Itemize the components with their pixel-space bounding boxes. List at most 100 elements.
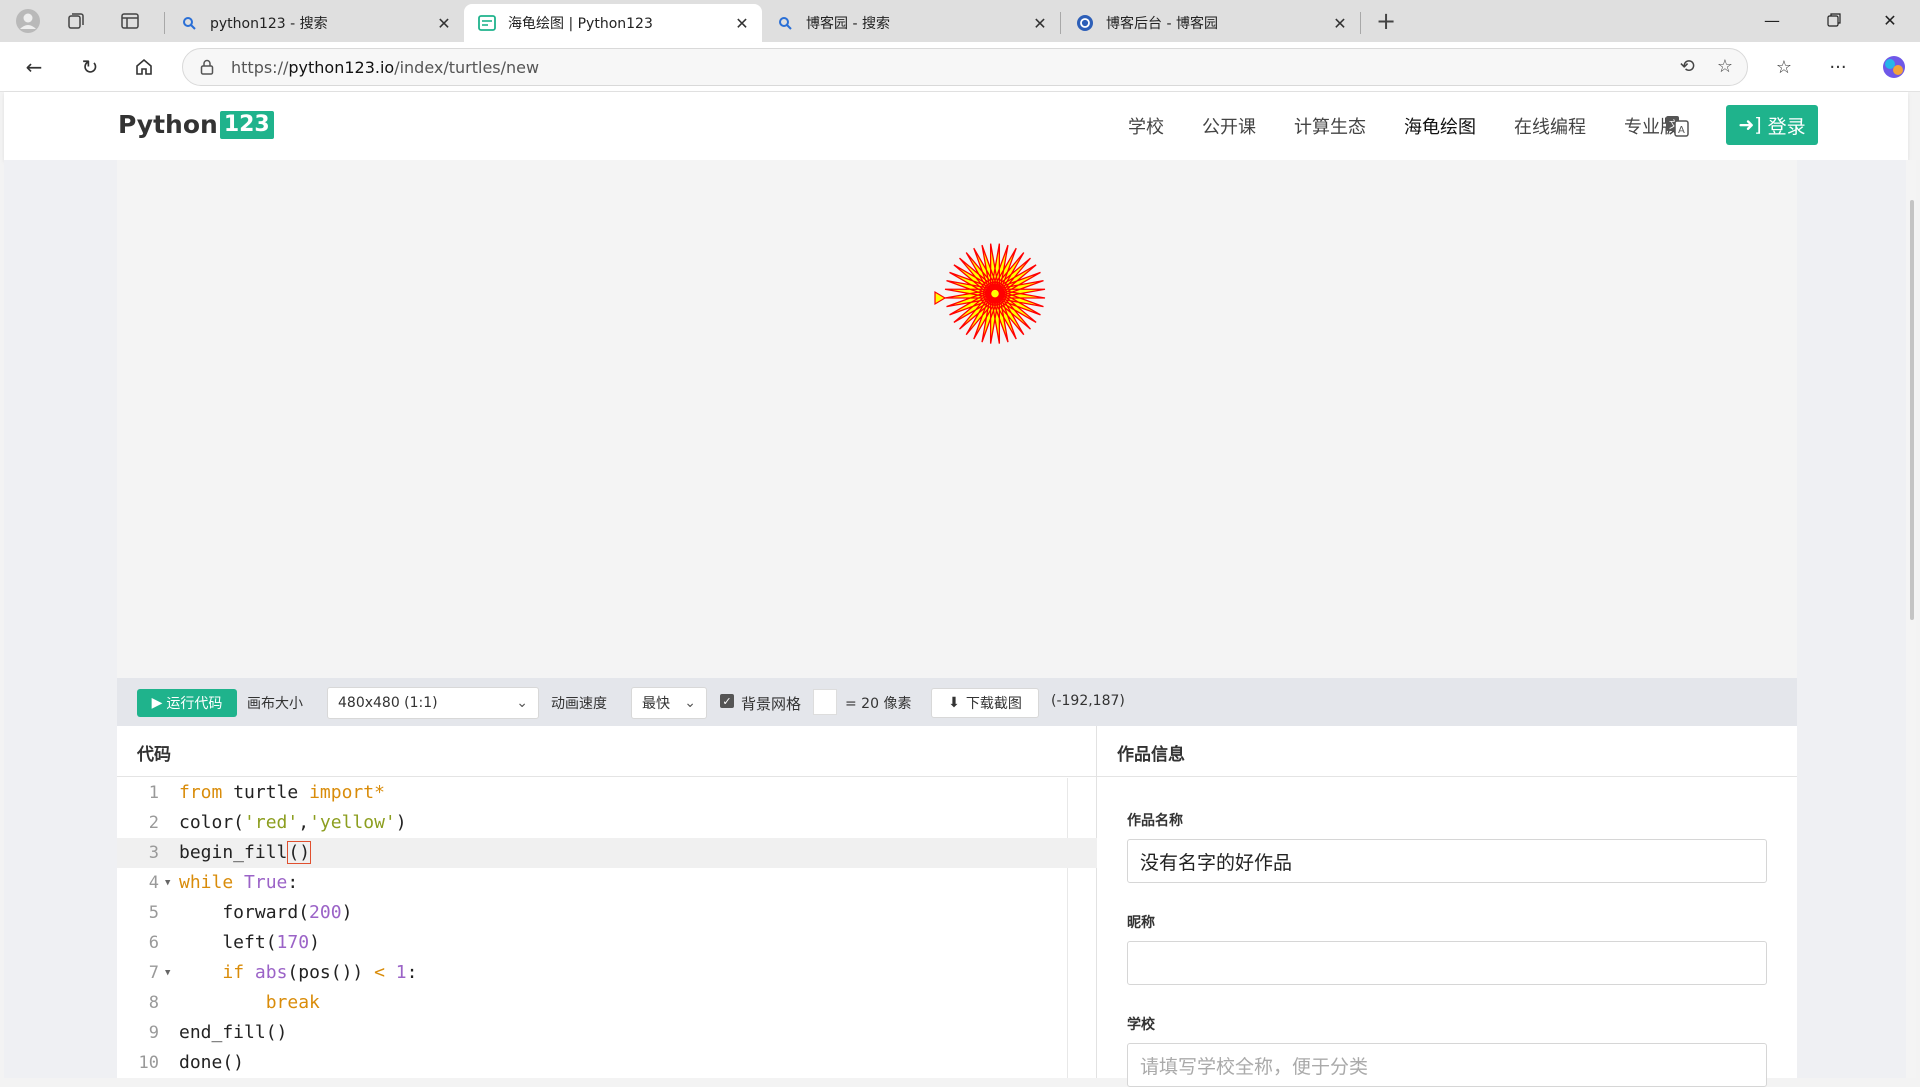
line-number: 3	[148, 843, 159, 863]
nav-online-coding[interactable]: 在线编程	[1514, 113, 1586, 139]
refresh-icon[interactable]: ↻	[72, 50, 108, 84]
site-header: Python 123 学校 公开课 计算生态 海龟绘图 在线编程 专业版 文A …	[4, 92, 1908, 160]
line-number: 1	[148, 783, 159, 803]
code-line[interactable]: 2 color('red','yellow')	[117, 808, 1097, 838]
url-path: /index/turtles/new	[394, 57, 540, 77]
minimize-icon[interactable]: —	[1744, 0, 1800, 40]
divider	[1097, 776, 1797, 777]
code-line[interactable]: 7 ▼ if abs(pos()) < 1:	[117, 958, 1097, 988]
turtle-canvas[interactable]	[117, 160, 1797, 678]
school-input[interactable]: 请填写学校全称，便于分类	[1127, 1043, 1767, 1087]
code-line[interactable]: 9 end_fill()	[117, 1018, 1097, 1048]
close-icon[interactable]: ✕	[732, 13, 752, 33]
address-bar[interactable]: https://python123.io/index/turtles/new ⟲…	[182, 48, 1748, 86]
tab-turtle-drawing[interactable]: 海龟绘图 | Python123 ✕	[464, 4, 762, 42]
code-line[interactable]: 8 break	[117, 988, 1097, 1018]
lock-icon[interactable]	[183, 59, 231, 75]
code-text: done()	[179, 1052, 245, 1073]
grid-size-input[interactable]	[813, 689, 837, 715]
code-text: end_fill()	[179, 1022, 288, 1043]
divider	[117, 776, 1096, 777]
grid-label: 背景网格	[741, 695, 802, 713]
login-label: 登录	[1767, 115, 1806, 138]
code-line[interactable]: 5 forward(200)	[117, 898, 1097, 928]
search-icon	[776, 14, 794, 32]
tab-title: 博客园 - 搜索	[806, 16, 890, 32]
address-actions: ⟲ ☆	[1680, 56, 1733, 77]
speed-value: 最快	[642, 696, 670, 712]
collections-icon[interactable]	[60, 6, 92, 36]
scrollbar-thumb[interactable]	[1910, 200, 1914, 620]
nickname-label: 昵称	[1127, 915, 1155, 931]
code-text: begin_fill()	[179, 841, 312, 864]
tab-cnblogs-admin[interactable]: 博客后台 - 博客园 ✕	[1062, 4, 1360, 42]
code-text: from turtle import*	[179, 782, 385, 803]
work-info-panel: 作品信息 作品名称 没有名字的好作品 昵称 学校 请填写学校全称，便于分类	[1097, 726, 1797, 1087]
work-name-input[interactable]: 没有名字的好作品	[1127, 839, 1767, 883]
nickname-input[interactable]	[1127, 941, 1767, 985]
home-icon[interactable]	[126, 50, 162, 84]
speed-select[interactable]: 最快 ⌄	[631, 687, 707, 719]
cnblogs-icon	[1076, 14, 1094, 32]
code-line[interactable]: 4 ▼ while True:	[117, 868, 1097, 898]
translate-icon[interactable]: 文A	[1664, 112, 1690, 138]
close-icon[interactable]: ✕	[434, 13, 454, 33]
code-line[interactable]: 1 from turtle import*	[117, 778, 1097, 808]
tab-python123-search[interactable]: python123 - 搜索 ✕	[166, 4, 464, 42]
turtle-drawing	[934, 243, 1046, 344]
more-menu-icon[interactable]: ···	[1820, 50, 1856, 84]
fold-arrow-icon[interactable]: ▼	[165, 868, 177, 898]
run-code-button[interactable]: ▶ 运行代码	[137, 689, 237, 717]
nav-open-course[interactable]: 公开课	[1202, 113, 1256, 139]
code-text: break	[265, 992, 320, 1013]
favorites-icon[interactable]: ☆	[1766, 50, 1802, 84]
close-icon[interactable]: ✕	[1030, 13, 1050, 33]
code-line[interactable]: 6 left(170)	[117, 928, 1097, 958]
close-window-icon[interactable]: ✕	[1862, 0, 1918, 40]
code-line-current[interactable]: 3 begin_fill()	[117, 838, 1097, 868]
work-name-label: 作品名称	[1127, 813, 1183, 829]
fold-arrow-icon[interactable]: ▼	[165, 958, 177, 988]
profile-icon[interactable]	[12, 6, 44, 36]
line-number: 8	[148, 993, 159, 1013]
line-number: 7	[148, 963, 159, 983]
back-arrow-icon[interactable]: ←	[16, 50, 52, 84]
site-logo[interactable]: Python 123	[118, 110, 274, 139]
svg-text:A: A	[1678, 125, 1685, 136]
canvas-size-value: 480x480 (1:1)	[338, 695, 438, 711]
restore-icon[interactable]	[1806, 0, 1862, 40]
code-line[interactable]: 10 done()	[117, 1048, 1097, 1078]
line-number: 5	[148, 903, 159, 923]
logo-text: Python	[118, 110, 218, 139]
tab-cnblogs-search[interactable]: 博客园 - 搜索 ✕	[762, 4, 1060, 42]
code-text: if abs(pos()) < 1:	[222, 962, 418, 983]
tab-separator	[164, 12, 165, 34]
close-icon[interactable]: ✕	[1330, 13, 1350, 33]
code-editor[interactable]: 1 from turtle import* 2 color('red','yel…	[117, 778, 1097, 1078]
nav-ecosystem[interactable]: 计算生态	[1294, 113, 1366, 139]
download-screenshot-button[interactable]: ⬇ 下载截图	[931, 688, 1039, 718]
nav-turtle-drawing[interactable]: 海龟绘图	[1404, 113, 1476, 139]
nav-school[interactable]: 学校	[1128, 113, 1164, 139]
canvas-size-select[interactable]: 480x480 (1:1) ⌄	[327, 687, 539, 719]
new-tab-icon[interactable]: +	[1370, 6, 1402, 36]
tab-title: 博客后台 - 博客园	[1106, 16, 1218, 32]
code-text: left(170)	[179, 932, 320, 953]
grid-unit-label: = 20 像素	[845, 696, 912, 712]
edge-refresh-icon[interactable]: ⟲	[1680, 56, 1695, 77]
tab-actions-icon[interactable]	[114, 6, 146, 36]
url-prefix: https://	[231, 57, 289, 77]
grid-checkbox[interactable]: ✓	[720, 694, 734, 708]
code-text: forward(200)	[179, 902, 353, 923]
coords-readout: (-192,187)	[1051, 693, 1125, 709]
favorite-star-icon[interactable]: ☆	[1717, 56, 1733, 77]
canvas-size-label: 画布大小	[247, 696, 303, 712]
star-shape	[944, 243, 1046, 344]
login-button[interactable]: ➜] 登录	[1726, 105, 1818, 145]
copilot-icon[interactable]	[1876, 50, 1912, 84]
line-number: 2	[148, 813, 159, 833]
